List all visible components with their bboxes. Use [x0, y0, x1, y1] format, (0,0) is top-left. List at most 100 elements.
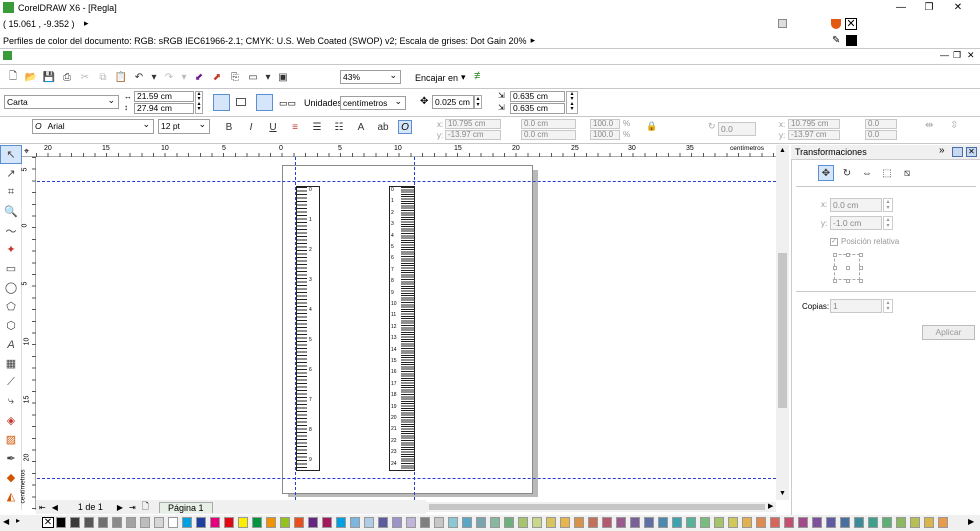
color-swatch[interactable]: [854, 517, 864, 528]
blend-tool-icon[interactable]: ◈: [0, 411, 22, 430]
relative-position-checkbox[interactable]: ✓ Posición relativa: [830, 237, 899, 246]
color-swatch[interactable]: [546, 517, 556, 528]
first-page-button[interactable]: ⇤: [39, 503, 46, 512]
rotation-center-x-input[interactable]: 10.795 cm: [788, 119, 840, 129]
duplicate-y-input[interactable]: 0.635 cm: [510, 103, 565, 114]
text-width-input[interactable]: 0.0 cm: [521, 119, 576, 129]
color-swatch[interactable]: [308, 517, 318, 528]
doc-minimize-button[interactable]: —: [940, 50, 949, 60]
opentype-features-icon[interactable]: O: [398, 120, 412, 134]
scale-mirror-mode-icon[interactable]: ⇔: [860, 166, 874, 180]
copies-spinner[interactable]: ▴ ▾: [883, 299, 893, 313]
import-icon[interactable]: ⬋: [192, 71, 206, 85]
color-swatch[interactable]: [602, 517, 612, 528]
color-swatch[interactable]: [406, 517, 416, 528]
zoom-level-select[interactable]: 43%: [340, 69, 401, 84]
cut-icon[interactable]: ✂: [78, 71, 92, 85]
lock-ratio-icon[interactable]: 🔒: [646, 121, 657, 132]
color-swatch[interactable]: [812, 517, 822, 528]
duplicate-spinner[interactable]: ▴ ▾ ▴ ▾: [566, 91, 578, 114]
all-pages-button[interactable]: [256, 94, 273, 111]
dimension-tool-icon[interactable]: ⟋: [0, 373, 22, 392]
last-page-button[interactable]: ⇥: [129, 503, 136, 512]
color-swatch[interactable]: [210, 517, 220, 528]
font-family-select[interactable]: O Arial: [32, 118, 154, 134]
nudge-distance-input[interactable]: 0.025 cm: [432, 95, 474, 109]
copy-icon[interactable]: ⧉: [96, 71, 110, 85]
color-swatch[interactable]: [826, 517, 836, 528]
restore-button[interactable]: ❐: [915, 0, 943, 16]
apply-button[interactable]: Aplicar: [922, 325, 975, 340]
paste-icon[interactable]: 📋: [114, 71, 128, 85]
minimize-button[interactable]: —: [887, 0, 915, 16]
color-swatch[interactable]: [294, 517, 304, 528]
snap-to-menu[interactable]: Encajar en ▾: [415, 72, 466, 83]
crop-tool-icon[interactable]: ⌗: [0, 183, 22, 202]
color-swatch[interactable]: [112, 517, 122, 528]
page-height-input[interactable]: 27.94 cm: [134, 103, 194, 114]
units-select[interactable]: centímetros: [340, 95, 406, 110]
options-icon[interactable]: ≢: [474, 70, 485, 82]
color-swatch[interactable]: [798, 517, 808, 528]
color-swatch[interactable]: [868, 517, 878, 528]
shape-tool-icon[interactable]: ↗: [0, 164, 22, 183]
relative-checkbox-icon[interactable]: ✓: [830, 237, 838, 246]
color-swatch[interactable]: [280, 517, 290, 528]
color-swatch[interactable]: [420, 517, 430, 528]
current-page-button[interactable]: ▭▭: [279, 98, 296, 109]
vertical-ruler[interactable]: 5 0 5 10 15 20 centímetros: [19, 157, 36, 510]
landscape-button[interactable]: [236, 98, 246, 106]
rotation-angle-input[interactable]: 0.0: [718, 122, 756, 136]
color-swatch[interactable]: [84, 517, 94, 528]
size-spinner[interactable]: ▴ ▾ ▴ ▾: [195, 91, 203, 114]
pick-tool-icon[interactable]: ↖: [0, 145, 22, 164]
text-tool-icon[interactable]: A: [0, 335, 22, 354]
ruler-origin-icon[interactable]: ⌖: [24, 146, 29, 157]
docker-x-spinner[interactable]: ▴ ▾: [883, 198, 893, 212]
text-align-icon[interactable]: ≡: [288, 120, 302, 134]
connector-tool-icon[interactable]: ⤷: [0, 392, 22, 411]
anchor-point-grid[interactable]: [833, 253, 863, 283]
color-swatch[interactable]: [196, 517, 206, 528]
underline-icon[interactable]: U: [266, 120, 280, 134]
docker-x-input[interactable]: 0.0 cm: [830, 198, 882, 212]
page-size-select[interactable]: Carta: [4, 94, 119, 109]
font-size-select[interactable]: 12 pt: [158, 118, 210, 134]
color-swatch[interactable]: [728, 517, 738, 528]
color-swatch[interactable]: [742, 517, 752, 528]
color-swatch[interactable]: [532, 517, 542, 528]
redo-dropdown-icon[interactable]: ▾: [180, 71, 188, 85]
color-swatch[interactable]: [392, 517, 402, 528]
redo-icon[interactable]: ↷: [162, 71, 176, 85]
drawing-canvas[interactable]: 0123456789 0 1 2 3 4 5 6 7 8 9 10 11 12 13 14 15 16 17 18 1…: [37, 157, 776, 500]
coords-expand-arrow[interactable]: ▸: [84, 18, 89, 29]
palette-scroll-right-icon[interactable]: ▶: [968, 517, 974, 526]
polygon-tool-icon[interactable]: ⬠: [0, 297, 22, 316]
publish-pdf-icon[interactable]: ⎘: [228, 71, 242, 85]
bullet-list-icon[interactable]: ☰: [310, 120, 324, 134]
color-swatch[interactable]: [266, 517, 276, 528]
color-swatch[interactable]: [56, 517, 66, 528]
page-tab[interactable]: Página 1: [159, 501, 213, 513]
color-swatch[interactable]: [518, 517, 528, 528]
ellipse-tool-icon[interactable]: ◯: [0, 278, 22, 297]
color-swatch[interactable]: [154, 517, 164, 528]
outline-black-swatch[interactable]: [846, 35, 857, 46]
color-swatch[interactable]: [700, 517, 710, 528]
mirror-horizontal-icon[interactable]: ⇹: [925, 120, 933, 131]
print-icon[interactable]: ⎙: [60, 71, 74, 85]
new-document-icon[interactable]: 🗋: [6, 71, 20, 85]
color-swatch[interactable]: [378, 517, 388, 528]
color-swatch[interactable]: [630, 517, 640, 528]
bold-icon[interactable]: B: [222, 120, 236, 134]
size-mode-icon[interactable]: ⬚: [880, 166, 894, 180]
color-swatch[interactable]: [714, 517, 724, 528]
color-swatch[interactable]: [490, 517, 500, 528]
docker-y-spinner[interactable]: ▴ ▾: [883, 216, 893, 230]
application-launcher-icon[interactable]: ▭: [246, 71, 260, 85]
horizontal-scroll-thumb[interactable]: [429, 504, 765, 510]
color-swatch[interactable]: [644, 517, 654, 528]
color-swatch[interactable]: [182, 517, 192, 528]
skew-mode-icon[interactable]: ⧅: [900, 166, 914, 180]
undo-dropdown-icon[interactable]: ▾: [150, 71, 158, 85]
